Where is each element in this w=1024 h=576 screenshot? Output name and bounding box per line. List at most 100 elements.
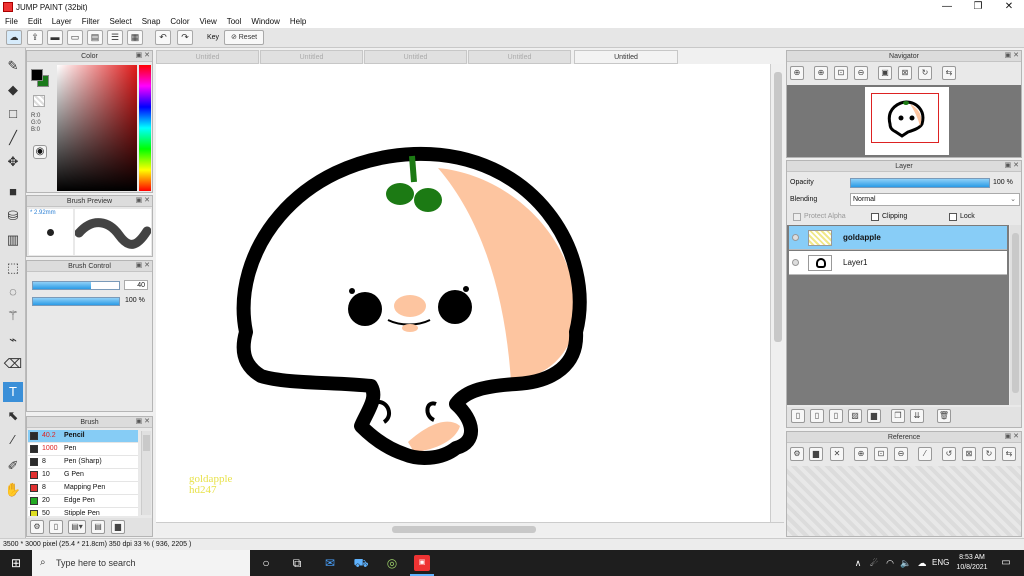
clock[interactable]: 8:53 AM 10/8/2021	[952, 553, 992, 573]
taskbar-search-box[interactable]: ⌕ Type here to search	[32, 550, 250, 576]
visibility-icon[interactable]	[792, 259, 799, 266]
undo-icon[interactable]: ↶	[155, 30, 171, 45]
panel-window-icons[interactable]: ▣ ✕	[136, 197, 150, 205]
reference-zoom-actual-icon[interactable]: ⊡	[874, 447, 888, 461]
vertical-scroll-thumb[interactable]	[774, 72, 782, 342]
menu-select[interactable]: Select	[104, 17, 136, 26]
layer-row-goldapple[interactable]: goldapple	[789, 226, 1007, 250]
close-button[interactable]: ✕	[994, 0, 1024, 14]
protect-alpha-checkbox[interactable]	[793, 213, 801, 221]
reference-flip-icon[interactable]: ⇆	[1002, 447, 1016, 461]
page-icon[interactable]: ▤	[87, 30, 103, 45]
wifi-icon[interactable]: ◠	[882, 555, 898, 571]
open-reference-icon[interactable]: ▆	[809, 447, 823, 461]
volume-icon[interactable]: 🔈	[898, 555, 914, 571]
menu-edit[interactable]: Edit	[23, 17, 47, 26]
palette-icon[interactable]: ◉	[33, 145, 47, 159]
panel-window-icons[interactable]: ▣ ✕	[136, 418, 150, 426]
delete-layer-icon[interactable]: 🗑	[937, 409, 951, 423]
mail-icon[interactable]: ✉	[322, 555, 338, 571]
eraser-tool-icon[interactable]: ◆	[3, 80, 23, 100]
transparent-swatch[interactable]	[33, 95, 45, 107]
reference-fit-icon[interactable]: ⊠	[962, 447, 976, 461]
reference-settings-icon[interactable]: ⚙	[790, 447, 804, 461]
tab-untitled-2[interactable]: Untitled	[260, 50, 363, 64]
layer-row-layer1[interactable]: Layer1	[789, 251, 1007, 275]
copy-brush-icon[interactable]: ▤▾	[68, 520, 86, 534]
full-view-icon[interactable]: ⊠	[898, 66, 912, 80]
flip-icon[interactable]: ⇆	[942, 66, 956, 80]
layer-list-scrollbar[interactable]	[1010, 225, 1021, 405]
navigator-view[interactable]	[787, 85, 1021, 157]
comment-icon[interactable]: ▬	[47, 30, 63, 45]
menu-color[interactable]: Color	[165, 17, 194, 26]
brush-file-icon[interactable]: ▤	[91, 520, 105, 534]
menu-window[interactable]: Window	[246, 17, 284, 26]
menu-tool[interactable]: Tool	[222, 17, 247, 26]
brush-size-slider[interactable]	[32, 281, 120, 290]
clipping-checkbox[interactable]	[871, 213, 879, 221]
menu-snap[interactable]: Snap	[137, 17, 166, 26]
menu-view[interactable]: View	[195, 17, 222, 26]
store-icon[interactable]: ⛟	[353, 555, 369, 571]
menu-layer[interactable]: Layer	[47, 17, 77, 26]
jump-paint-taskbar-icon[interactable]: ▣	[414, 555, 430, 571]
reference-zoom-in-icon[interactable]: ⊕	[854, 447, 868, 461]
foreground-color-swatch[interactable]	[31, 69, 43, 81]
share-icon[interactable]: ⇪	[27, 30, 43, 45]
fit-window-icon[interactable]: ▣	[878, 66, 892, 80]
panel-window-icons[interactable]: ▣ ✕	[136, 52, 150, 60]
panel-window-icons[interactable]: ▣ ✕	[1005, 162, 1019, 170]
panel-window-icons[interactable]: ▣ ✕	[136, 262, 150, 270]
brush-item[interactable]: 50 Stipple Pen	[28, 508, 138, 516]
rect-select-tool-icon[interactable]: ⬚	[3, 258, 23, 278]
layer-folder-icon[interactable]: ▆	[867, 409, 881, 423]
layer-scroll-thumb[interactable]	[1012, 233, 1019, 393]
list-icon[interactable]: ☰	[107, 30, 123, 45]
zoom-actual-icon[interactable]: ⊡	[834, 66, 848, 80]
redo-icon[interactable]: ↷	[177, 30, 193, 45]
fill-rect-tool-icon[interactable]: ■	[3, 182, 23, 202]
new-brush-icon[interactable]: ▯	[49, 520, 63, 534]
rectangle-tool-icon[interactable]: □	[3, 104, 23, 124]
hue-slider[interactable]	[139, 65, 151, 191]
brush-folder-icon[interactable]: ▆	[111, 520, 125, 534]
navigator-viewport-box[interactable]	[871, 93, 939, 143]
reference-zoom-out-icon[interactable]: ⊖	[894, 447, 908, 461]
new-layer-icon[interactable]: ▯	[791, 409, 805, 423]
blending-select[interactable]: Normal ⌄	[850, 193, 1020, 206]
select-eraser-tool-icon[interactable]: ⌫	[3, 354, 23, 374]
text-tool-icon[interactable]: T	[3, 382, 23, 402]
hand-tool-icon[interactable]: ✋	[3, 480, 23, 500]
panel-window-icons[interactable]: ▣ ✕	[1005, 433, 1019, 441]
bucket-tool-icon[interactable]: ⛁	[3, 206, 23, 226]
menu-filter[interactable]: Filter	[77, 17, 105, 26]
duplicate-layer-icon[interactable]: ❐	[891, 409, 905, 423]
tab-untitled-1[interactable]: Untitled	[156, 50, 259, 64]
zoom-in-icon[interactable]: ⊕	[814, 66, 828, 80]
notification-icon[interactable]: ▭	[998, 555, 1014, 571]
panel-window-icons[interactable]: ▣ ✕	[1005, 52, 1019, 60]
brush-size-value[interactable]: 40	[124, 280, 148, 290]
new-layer-1bit-icon[interactable]: ▯	[829, 409, 843, 423]
horizontal-scrollbar[interactable]	[156, 522, 784, 536]
brush-opacity-slider[interactable]	[32, 297, 120, 306]
brush-scroll-thumb[interactable]	[143, 435, 150, 451]
brush-item[interactable]: 8 Mapping Pen	[28, 482, 138, 495]
horizontal-scroll-thumb[interactable]	[392, 526, 536, 533]
brush-item[interactable]: 1000 Pen	[28, 443, 138, 456]
brush-item[interactable]: 20 Edge Pen	[28, 495, 138, 508]
brush-list-scrollbar[interactable]	[141, 431, 151, 515]
brush-item[interactable]: 8 Pen (Sharp)	[28, 456, 138, 469]
reference-rotate-icon[interactable]: ↻	[982, 447, 996, 461]
message-icon[interactable]: ▭	[67, 30, 83, 45]
brush-item[interactable]: 40.2 Pencil	[28, 430, 138, 443]
menu-help[interactable]: Help	[285, 17, 311, 26]
new-layer-8bit-icon[interactable]: ▯	[810, 409, 824, 423]
maximize-button[interactable]: ❐	[963, 0, 993, 14]
move-tool-icon[interactable]: ✥	[3, 152, 23, 172]
visibility-icon[interactable]	[792, 234, 799, 241]
line-tool-icon[interactable]: ╱	[3, 128, 23, 148]
merge-layer-icon[interactable]: ⇊	[910, 409, 924, 423]
operation-tool-icon[interactable]: ⬉	[3, 406, 23, 426]
